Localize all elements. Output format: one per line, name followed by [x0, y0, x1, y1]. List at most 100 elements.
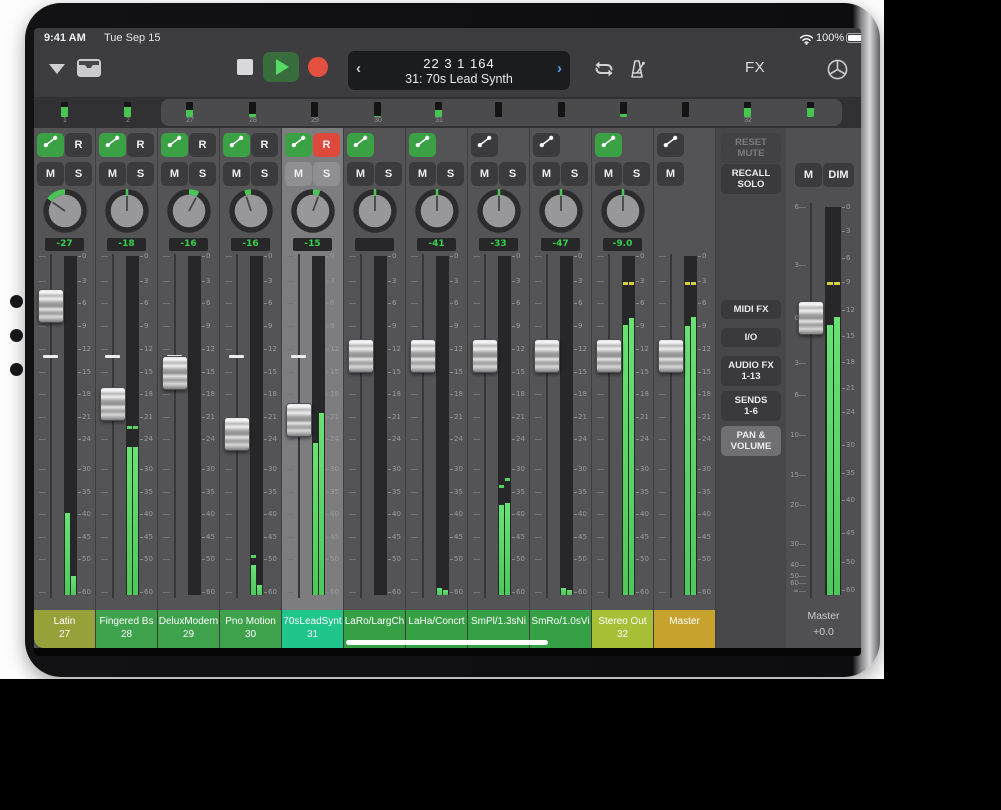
record-enable-button[interactable]: R	[65, 133, 92, 157]
fader-handle[interactable]	[162, 356, 188, 390]
pan-knob[interactable]	[42, 188, 88, 239]
pan-knob[interactable]	[352, 188, 398, 239]
fader-handle[interactable]	[534, 339, 560, 373]
meter-bar-right	[567, 590, 572, 595]
record-button[interactable]	[308, 57, 328, 77]
metronome-icon[interactable]	[625, 57, 649, 86]
automation-button[interactable]	[347, 133, 374, 157]
meter-scale-tick	[78, 469, 81, 470]
fader-tick	[349, 326, 356, 327]
library-tray-icon[interactable]	[76, 57, 102, 83]
fader-track	[670, 254, 672, 598]
automation-button[interactable]	[99, 133, 126, 157]
track-label-27[interactable]: Latin27	[34, 610, 95, 648]
fader-tick	[163, 417, 170, 418]
automation-button[interactable]	[285, 133, 312, 157]
audio-fx-button[interactable]: AUDIO FX 1-13	[721, 356, 781, 386]
track-label-28[interactable]: Fingered Bs28	[96, 610, 157, 648]
automation-button[interactable]	[161, 133, 188, 157]
record-enable-button[interactable]: R	[251, 133, 278, 157]
automation-button[interactable]	[595, 133, 622, 157]
master-fader-handle[interactable]	[798, 301, 824, 335]
fader-value-badge: -9.0	[603, 238, 642, 251]
automation-button[interactable]	[37, 133, 64, 157]
pan-knob[interactable]	[538, 188, 584, 239]
fader-tick	[225, 559, 232, 560]
solo-button[interactable]: S	[313, 162, 340, 186]
mute-button[interactable]: M	[347, 162, 374, 186]
automation-button[interactable]	[409, 133, 436, 157]
midi-fx-button[interactable]: MIDI FX	[721, 300, 781, 319]
reset-mute-button[interactable]: RESET MUTE	[721, 133, 781, 163]
mute-button[interactable]: M	[471, 162, 498, 186]
solo-button[interactable]: S	[437, 162, 464, 186]
record-enable-button[interactable]: R	[313, 133, 340, 157]
pan-knob[interactable]	[228, 188, 274, 239]
channel-overview-strip[interactable]: 12272829303132	[34, 97, 861, 128]
master-mute-button[interactable]: M	[795, 163, 822, 187]
master-dim-button[interactable]: DIM	[823, 163, 854, 187]
pan-knob[interactable]	[414, 188, 460, 239]
settings-icon[interactable]	[825, 57, 850, 87]
mute-button[interactable]: M	[657, 162, 684, 186]
pan-volume-button[interactable]: PAN & VOLUME	[721, 426, 781, 456]
lcd-display[interactable]: ‹ 22 3 1 164 31: 70s Lead Synth ›	[348, 51, 570, 90]
fader-handle[interactable]	[658, 339, 684, 373]
fader-handle[interactable]	[410, 339, 436, 373]
track-label-32[interactable]: Stereo Out32	[592, 610, 653, 648]
play-button[interactable]	[263, 52, 299, 82]
record-enable-button[interactable]: R	[189, 133, 216, 157]
record-enable-button[interactable]: R	[127, 133, 154, 157]
mute-button[interactable]: M	[533, 162, 560, 186]
pan-knob[interactable]	[290, 188, 336, 239]
sends-button[interactable]: SENDS 1-6	[721, 391, 781, 421]
mute-button[interactable]: M	[161, 162, 188, 186]
mute-button[interactable]: M	[99, 162, 126, 186]
track-label-master[interactable]: Master	[654, 610, 715, 648]
solo-button[interactable]: S	[189, 162, 216, 186]
fader-handle[interactable]	[472, 339, 498, 373]
disclosure-triangle-icon[interactable]	[49, 64, 65, 74]
fader-tick	[659, 417, 666, 418]
automation-button[interactable]	[657, 133, 684, 157]
pan-knob[interactable]	[166, 188, 212, 239]
solo-button[interactable]: S	[127, 162, 154, 186]
meter-scale-tick	[698, 469, 701, 470]
fader-handle[interactable]	[100, 387, 126, 421]
solo-button[interactable]: S	[623, 162, 650, 186]
fader-handle[interactable]	[348, 339, 374, 373]
stop-button[interactable]	[237, 59, 253, 75]
overview-channel-number: 2	[116, 117, 140, 124]
track-label-31[interactable]: 70sLeadSynt31	[282, 610, 343, 648]
mute-button[interactable]: M	[285, 162, 312, 186]
mute-button[interactable]: M	[409, 162, 436, 186]
track-label-30[interactable]: Pno Motion30	[220, 610, 281, 648]
fader-handle[interactable]	[596, 339, 622, 373]
mute-button[interactable]: M	[595, 162, 622, 186]
pan-knob[interactable]	[600, 188, 646, 239]
pan-knob[interactable]	[476, 188, 522, 239]
fader-tick	[163, 281, 170, 282]
fader-handle[interactable]	[224, 417, 250, 451]
solo-button[interactable]: S	[375, 162, 402, 186]
meter-scale-tick	[636, 256, 639, 257]
solo-button[interactable]: S	[65, 162, 92, 186]
solo-button[interactable]: S	[499, 162, 526, 186]
recall-solo-button[interactable]: RECALL SOLO	[721, 164, 781, 194]
next-track-chevron[interactable]: ›	[557, 60, 562, 77]
mute-button[interactable]: M	[37, 162, 64, 186]
track-label-29[interactable]: DeluxModern29	[158, 610, 219, 648]
fader-handle[interactable]	[286, 403, 312, 437]
cycle-icon[interactable]	[590, 58, 618, 85]
automation-button[interactable]	[533, 133, 560, 157]
pan-knob[interactable]	[104, 188, 150, 239]
fx-label[interactable]: FX	[745, 59, 765, 76]
fader-tick	[411, 537, 418, 538]
automation-button[interactable]	[223, 133, 250, 157]
automation-button[interactable]	[471, 133, 498, 157]
io-button[interactable]: I/O	[721, 328, 781, 347]
solo-button[interactable]: S	[561, 162, 588, 186]
solo-button[interactable]: S	[251, 162, 278, 186]
mute-button[interactable]: M	[223, 162, 250, 186]
fader-handle[interactable]	[38, 289, 64, 323]
